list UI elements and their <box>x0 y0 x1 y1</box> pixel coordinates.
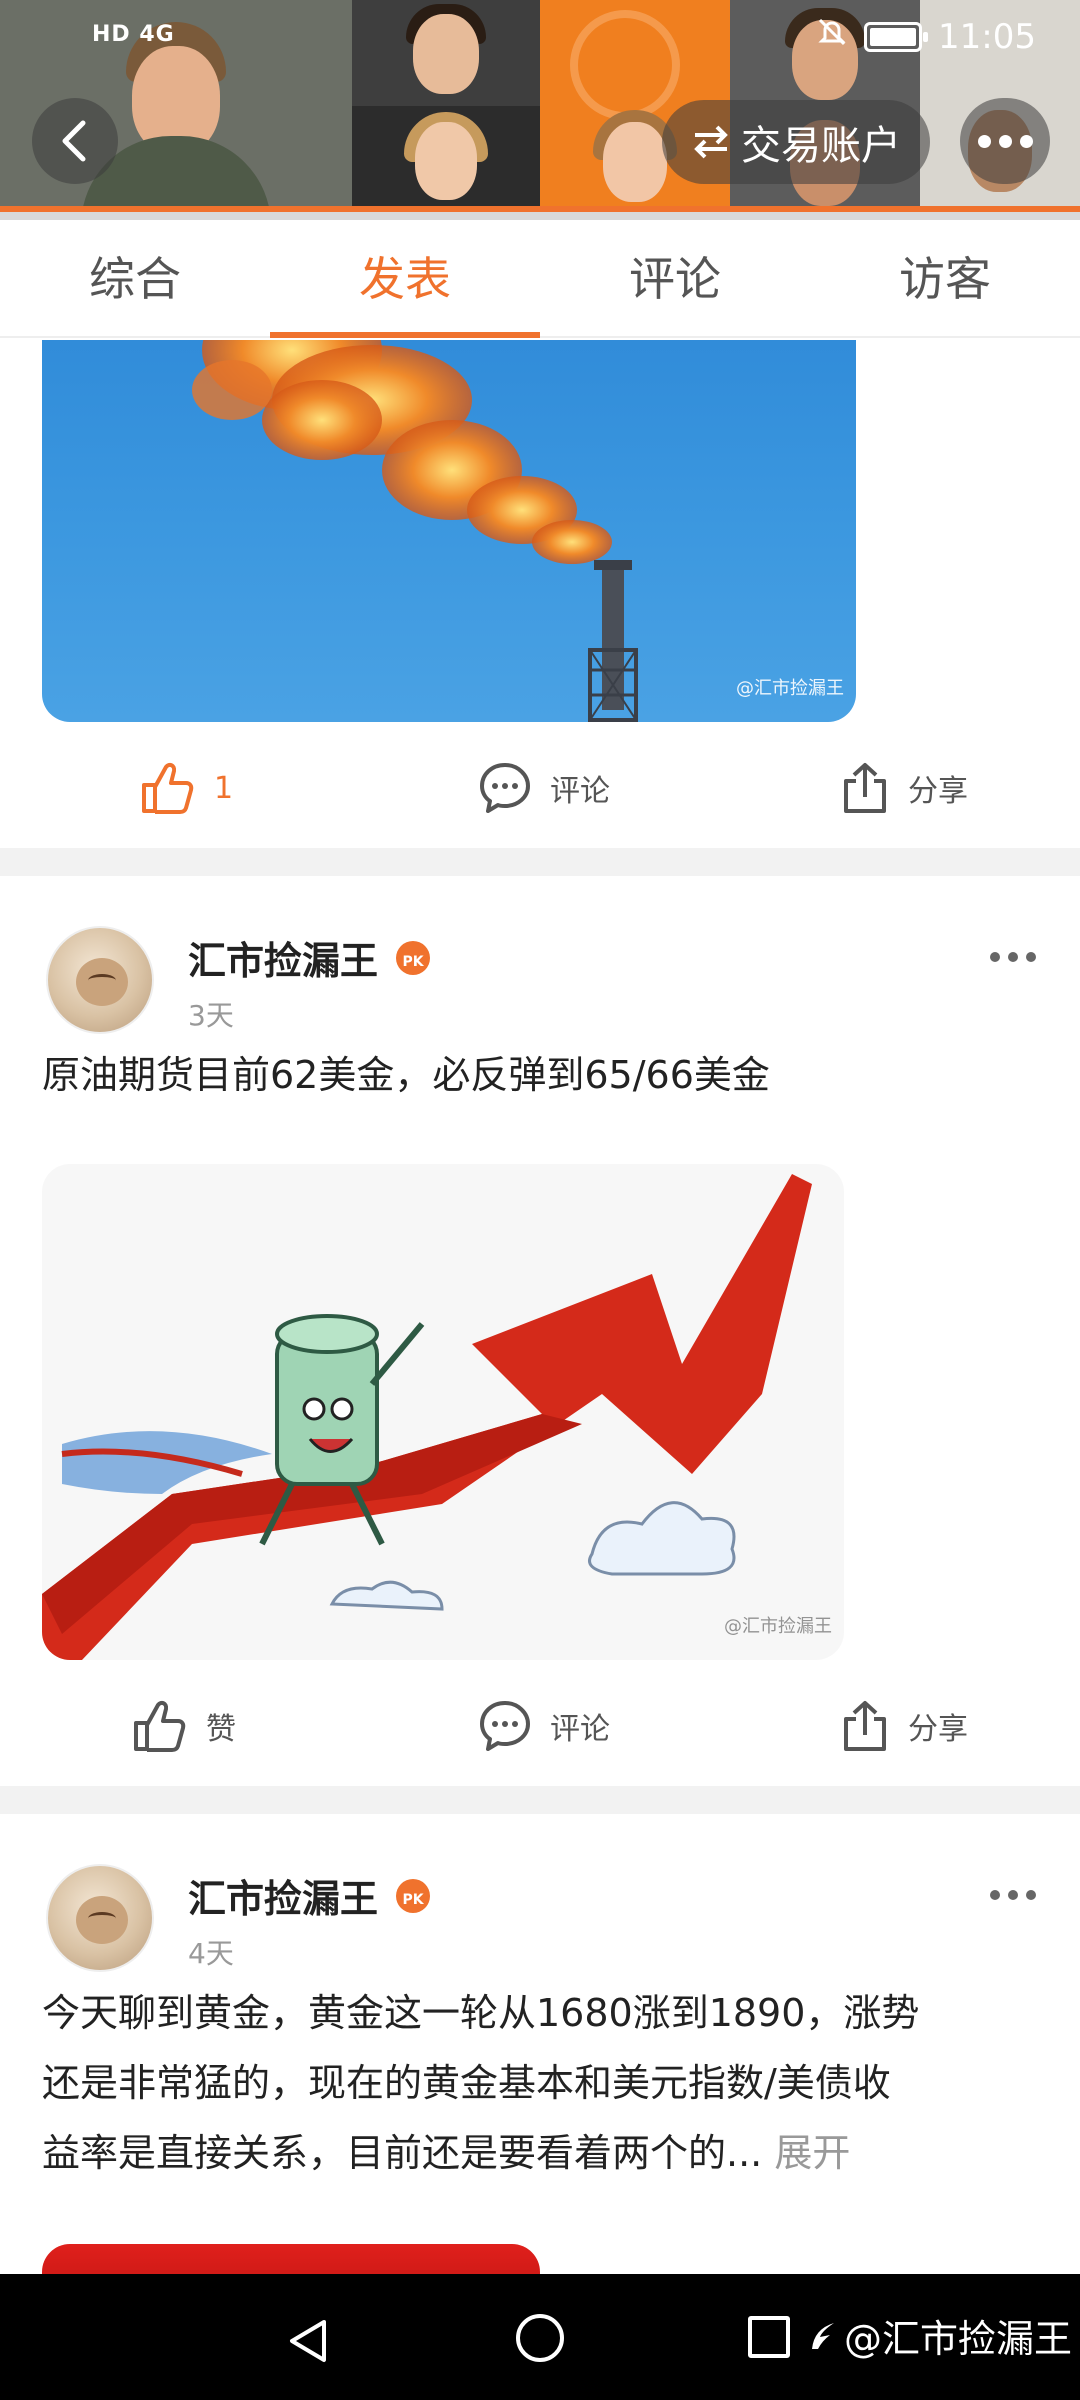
nav-back-icon[interactable] <box>286 2318 330 2364</box>
tab-comments[interactable]: 评论 <box>540 220 810 336</box>
cover-divider <box>0 212 1080 220</box>
thumbs-up-icon <box>142 762 194 814</box>
post-time: 4天 <box>188 1937 234 1970</box>
more-dots-icon <box>977 134 991 148</box>
profile-tabs: 综合 发表 评论 访客 <box>0 220 1080 338</box>
post-author[interactable]: 汇市捡漏王 PK <box>188 930 431 985</box>
post-text-line: 还是非常猛的，现在的黄金基本和美元指数/美债收 <box>42 2061 891 2105</box>
like-button[interactable]: 1 <box>140 761 233 815</box>
post-separator <box>0 848 1080 876</box>
post-more-button[interactable] <box>990 1890 1036 1900</box>
nav-recents-icon[interactable] <box>748 2316 790 2358</box>
post-author[interactable]: 汇市捡漏王 PK <box>188 1868 431 1923</box>
more-dots-icon <box>990 1890 1000 1900</box>
post-time: 3天 <box>188 999 234 1032</box>
post-actions-1: 1 评论 分享 <box>0 728 1080 848</box>
share-button[interactable]: 分享 <box>840 761 968 815</box>
trading-account-label: 交易账户 <box>741 123 901 169</box>
more-options-button[interactable] <box>960 98 1050 184</box>
status-time: 11:05 <box>938 16 1036 57</box>
like-label: 赞 <box>206 1712 236 1747</box>
share-label: 分享 <box>908 774 968 809</box>
post-image-oil-barrel-arrow[interactable]: @汇市捡漏王 <box>42 1164 844 1660</box>
like-button[interactable]: 赞 <box>132 1699 236 1753</box>
post-text[interactable]: 今天聊到黄金，黄金这一轮从1680涨到1890，涨势 还是非常猛的，现在的黄金基… <box>42 1978 1042 2188</box>
tab-overview[interactable]: 综合 <box>0 220 270 336</box>
post-separator <box>0 1786 1080 1814</box>
image-watermark: @汇市捡漏王 <box>724 1616 832 1637</box>
comment-button[interactable]: 评论 <box>478 1699 610 1753</box>
post-feed[interactable]: @汇市捡漏王 1 评论 分享 汇市捡漏王 PK 3天 原油期货目前62美金，必反… <box>0 340 1080 2274</box>
avatar[interactable] <box>46 1864 154 1972</box>
battery-icon <box>864 21 929 52</box>
profile-cover-banner: HD 4G 11:05 交易账户 <box>0 0 1080 220</box>
watermark-text: @汇市捡漏王 <box>844 2317 1073 2361</box>
image-watermark: @汇市捡漏王 <box>736 678 844 699</box>
avatar[interactable] <box>46 926 154 1034</box>
network-indicator: HD 4G <box>92 22 175 47</box>
thumbs-up-icon <box>134 1700 186 1752</box>
author-name: 汇市捡漏王 <box>188 939 379 983</box>
comment-button[interactable]: 评论 <box>478 761 610 815</box>
tab-visitors[interactable]: 访客 <box>810 220 1080 336</box>
pk-flame-badge-icon: PK <box>396 940 431 975</box>
more-dots-icon <box>990 952 1000 962</box>
post-image-red-banner[interactable] <box>42 2244 540 2274</box>
watermark: @汇市捡漏王 <box>804 2308 1072 2363</box>
comment-bubble-icon <box>480 763 530 813</box>
brand-logo-icon <box>812 2322 834 2349</box>
share-icon <box>844 1701 886 1751</box>
status-bar: HD 4G 11:05 <box>0 0 1080 76</box>
comment-label: 评论 <box>550 1712 610 1747</box>
share-button[interactable]: 分享 <box>840 1699 968 1753</box>
post-text-line: 益率是直接关系，目前还是要看着两个的... 展开 <box>42 2131 851 2175</box>
post-text[interactable]: 原油期货目前62美金，必反弹到65/66美金 <box>42 1040 1042 1110</box>
post-more-button[interactable] <box>990 952 1036 962</box>
trading-account-button[interactable]: 交易账户 <box>662 100 930 184</box>
post-text-line: 今天聊到黄金，黄金这一轮从1680涨到1890，涨势 <box>42 1991 920 2035</box>
expand-link[interactable]: 展开 <box>774 2131 850 2175</box>
mute-icon <box>816 16 848 57</box>
pk-flame-badge-icon: PK <box>396 1878 431 1913</box>
swap-icon <box>694 125 728 159</box>
system-navigation-bar: @汇市捡漏王 <box>0 2274 1080 2400</box>
back-button[interactable] <box>32 98 118 184</box>
share-label: 分享 <box>908 1712 968 1747</box>
nav-home-icon[interactable] <box>516 2314 564 2362</box>
comment-label: 评论 <box>550 774 610 809</box>
tab-posts[interactable]: 发表 <box>270 220 540 338</box>
post-actions-2: 赞 评论 分享 <box>0 1666 1080 1786</box>
like-count: 1 <box>214 770 234 806</box>
cover-photo-3 <box>352 106 540 206</box>
post-image-gas-flare[interactable]: @汇市捡漏王 <box>42 340 856 722</box>
chevron-left-icon <box>62 120 86 162</box>
share-icon <box>844 763 886 813</box>
comment-bubble-icon <box>480 1701 530 1751</box>
author-name: 汇市捡漏王 <box>188 1877 379 1921</box>
